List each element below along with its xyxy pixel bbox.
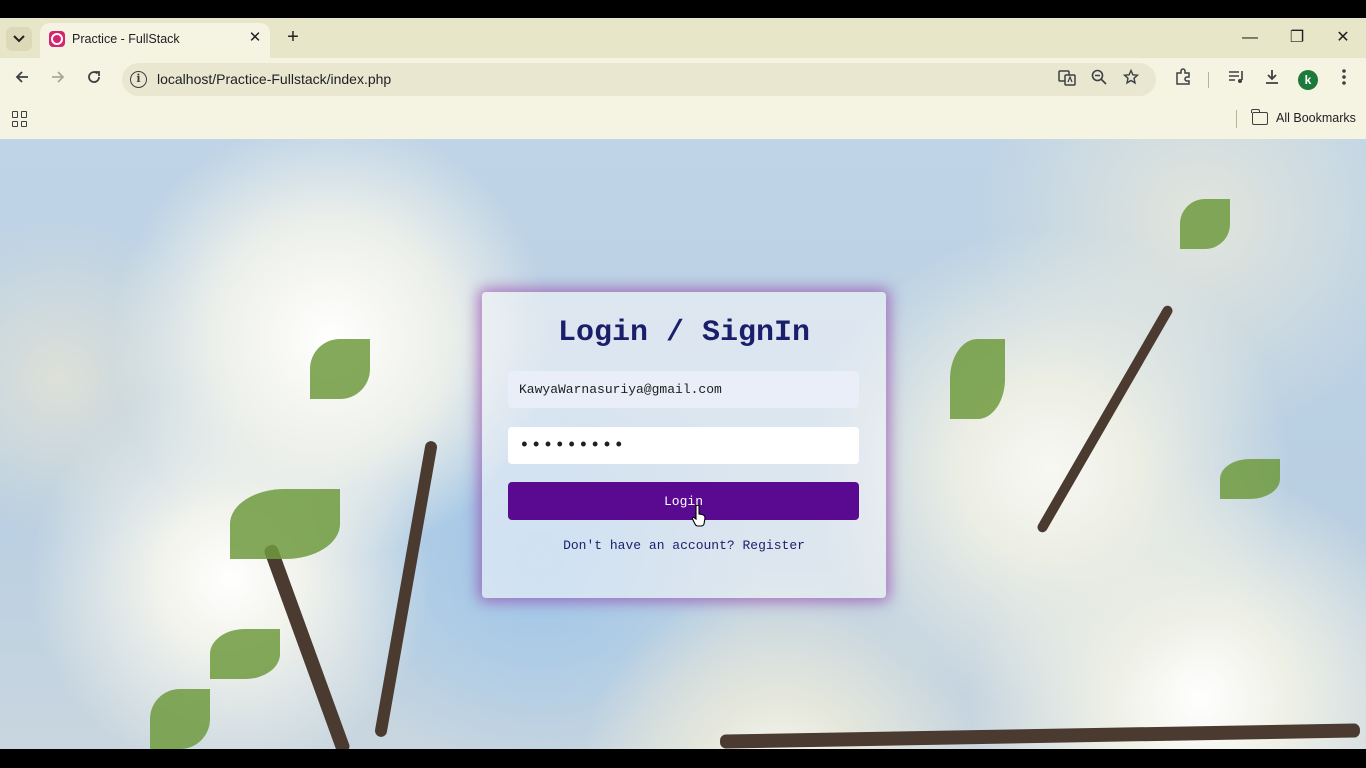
login-title: Login / SignIn [557, 316, 811, 350]
leaf-shape [1220, 459, 1280, 499]
bookmarks-separator [1236, 110, 1237, 128]
folder-icon [1251, 109, 1268, 125]
extensions-icon[interactable] [1171, 68, 1195, 92]
leaf-shape [1180, 199, 1230, 249]
close-window-button[interactable]: ✕ [1331, 26, 1355, 50]
new-tab-button[interactable]: + [282, 27, 304, 49]
hand-cursor-icon [692, 505, 706, 527]
register-link[interactable]: Don't have an account? Register [482, 538, 886, 553]
site-info-icon[interactable]: i [130, 71, 147, 88]
downloads-icon[interactable] [1260, 68, 1284, 92]
bookmarks-bar: All Bookmarks [0, 102, 1366, 139]
tab-title: Practice - FullStack [72, 32, 180, 46]
chevron-down-icon [13, 35, 25, 43]
tab-practice-fullstack[interactable]: Practice - FullStack ✕ [40, 23, 270, 58]
email-field[interactable] [508, 371, 859, 408]
profile-avatar[interactable]: k [1298, 70, 1318, 90]
tab-strip: Practice - FullStack ✕ + — ❐ ✕ [0, 18, 1366, 58]
branch-shape [374, 440, 438, 738]
top-black-bar [0, 0, 1366, 18]
restore-button[interactable]: ❐ [1285, 26, 1309, 50]
media-controls-icon[interactable] [1224, 68, 1248, 92]
arrow-left-icon [15, 71, 28, 83]
leaf-shape [150, 689, 210, 749]
tab-search-button[interactable] [6, 27, 32, 51]
apps-grid-icon[interactable] [12, 111, 28, 127]
branch-shape [1035, 303, 1175, 535]
login-button[interactable]: Login [508, 482, 859, 520]
branch-shape [719, 723, 1361, 749]
url-text: localhost/Practice-Fullstack/index.php [157, 71, 392, 87]
xampp-icon [49, 31, 65, 47]
browser-toolbar: i localhost/Practice-Fullstack/index.php… [0, 58, 1366, 102]
zoom-out-icon[interactable] [1088, 69, 1110, 91]
arrow-right-icon [52, 71, 65, 83]
all-bookmarks-button[interactable]: All Bookmarks [1276, 111, 1356, 125]
address-bar[interactable]: i localhost/Practice-Fullstack/index.php [122, 63, 1156, 96]
leaf-shape [230, 489, 340, 559]
reload-button[interactable] [82, 68, 106, 92]
bottom-black-bar [0, 749, 1366, 768]
leaf-shape [210, 629, 280, 679]
toolbar-separator [1208, 72, 1209, 88]
translate-icon[interactable] [1056, 69, 1078, 91]
forward-button[interactable] [46, 68, 70, 92]
login-card: Login / SignIn Login Don't have an accou… [482, 292, 886, 598]
browser-chrome: Practice - FullStack ✕ + — ❐ ✕ i localho… [0, 18, 1366, 139]
close-tab-icon[interactable]: ✕ [246, 29, 264, 47]
reload-icon [88, 71, 100, 83]
password-field[interactable] [508, 427, 859, 464]
bookmark-star-icon[interactable] [1120, 68, 1142, 91]
minimize-button[interactable]: — [1238, 26, 1262, 50]
leaf-shape [950, 339, 1005, 419]
more-menu-icon[interactable] [1332, 68, 1356, 92]
leaf-shape [310, 339, 370, 399]
back-button[interactable] [10, 68, 34, 92]
